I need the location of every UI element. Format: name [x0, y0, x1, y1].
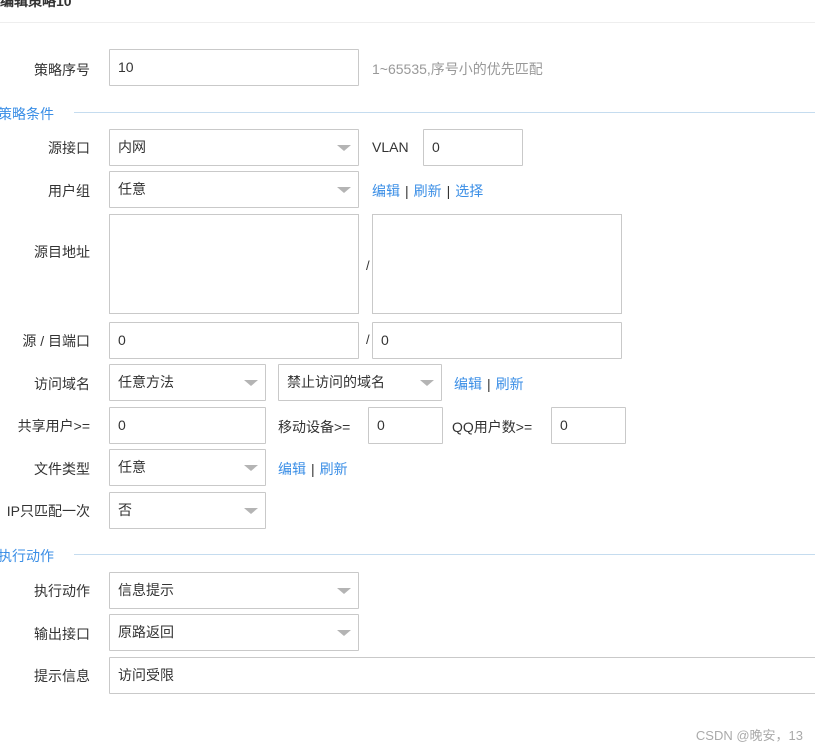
priority-hint: 1~65535,序号小的优先匹配	[372, 61, 543, 77]
user-group-label: 用户组	[48, 183, 90, 199]
file-type-value: 任意	[118, 459, 146, 475]
action-value: 信息提示	[118, 582, 174, 598]
domain-method-select[interactable]: 任意方法	[109, 364, 266, 401]
link-separator: |	[446, 183, 451, 199]
mobile-devices-label: 移动设备>=	[278, 419, 351, 435]
domain-refresh-link[interactable]: 刷新	[496, 376, 524, 392]
source-interface-label: 源接口	[48, 140, 90, 156]
file-type-edit-link[interactable]: 编辑	[278, 461, 306, 477]
domain-method-value: 任意方法	[118, 374, 174, 390]
user-group-links: 编辑 | 刷新 | 选择	[372, 181, 483, 201]
out-interface-label: 输出接口	[34, 626, 90, 642]
link-separator: |	[487, 376, 491, 392]
vlan-input[interactable]: 0	[423, 129, 523, 166]
ip-once-select[interactable]: 否	[109, 492, 266, 529]
out-interface-select[interactable]: 原路返回	[109, 614, 359, 651]
section-conditions-rule	[74, 112, 815, 113]
action-select[interactable]: 信息提示	[109, 572, 359, 609]
qq-users-label: QQ用户数>=	[452, 419, 533, 435]
domain-links: 编辑 | 刷新	[454, 374, 524, 394]
file-type-links: 编辑 | 刷新	[278, 459, 348, 479]
shared-users-input[interactable]: 0	[109, 407, 266, 444]
user-group-refresh-link[interactable]: 刷新	[414, 183, 442, 199]
vlan-label: VLAN	[372, 139, 409, 155]
chevron-down-icon	[337, 187, 351, 193]
chevron-down-icon	[244, 465, 258, 471]
port-separator: /	[366, 332, 370, 347]
chevron-down-icon	[244, 380, 258, 386]
port-label: 源 / 目端口	[22, 333, 90, 349]
ip-once-value: 否	[118, 502, 132, 518]
chevron-down-icon	[420, 380, 434, 386]
priority-input[interactable]: 10	[109, 49, 359, 86]
domain-edit-link[interactable]: 编辑	[454, 376, 482, 392]
priority-label: 策略序号	[34, 62, 90, 78]
chevron-down-icon	[337, 588, 351, 594]
link-separator: |	[405, 183, 409, 199]
domain-list-value: 禁止访问的域名	[287, 374, 385, 390]
mobile-devices-input[interactable]: 0	[368, 407, 443, 444]
qq-users-input[interactable]: 0	[551, 407, 626, 444]
destination-address-textarea[interactable]	[372, 214, 622, 314]
message-label: 提示信息	[34, 668, 90, 684]
shared-users-label: 共享用户>=	[17, 418, 90, 434]
source-port-input[interactable]: 0	[109, 322, 359, 359]
ip-once-label: IP只匹配一次	[6, 503, 90, 519]
user-group-select-link[interactable]: 选择	[455, 183, 483, 199]
section-actions: 执行动作	[0, 548, 54, 564]
user-group-value: 任意	[118, 181, 146, 197]
address-label: 源目地址	[34, 244, 90, 260]
destination-port-input[interactable]: 0	[372, 322, 622, 359]
link-separator: |	[311, 461, 315, 477]
file-type-refresh-link[interactable]: 刷新	[320, 461, 348, 477]
chevron-down-icon	[337, 630, 351, 636]
section-actions-rule	[74, 554, 815, 555]
out-interface-value: 原路返回	[118, 624, 174, 640]
user-group-edit-link[interactable]: 编辑	[372, 183, 400, 199]
source-address-textarea[interactable]	[109, 214, 359, 314]
message-input[interactable]: 访问受限	[109, 657, 815, 694]
chevron-down-icon	[244, 508, 258, 514]
section-conditions: 策略条件	[0, 106, 54, 122]
action-label: 执行动作	[34, 583, 90, 599]
page-title: 编辑策略10	[0, 0, 72, 9]
file-type-select[interactable]: 任意	[109, 449, 266, 486]
file-type-label: 文件类型	[34, 461, 90, 477]
title-divider	[0, 22, 815, 23]
source-interface-value: 内网	[118, 139, 146, 155]
source-interface-select[interactable]: 内网	[109, 129, 359, 166]
address-separator: /	[366, 258, 370, 273]
domain-list-select[interactable]: 禁止访问的域名	[278, 364, 442, 401]
domain-label: 访问域名	[34, 376, 90, 392]
user-group-select[interactable]: 任意	[109, 171, 359, 208]
watermark: CSDN @晚安，13	[695, 728, 803, 743]
chevron-down-icon	[337, 145, 351, 151]
